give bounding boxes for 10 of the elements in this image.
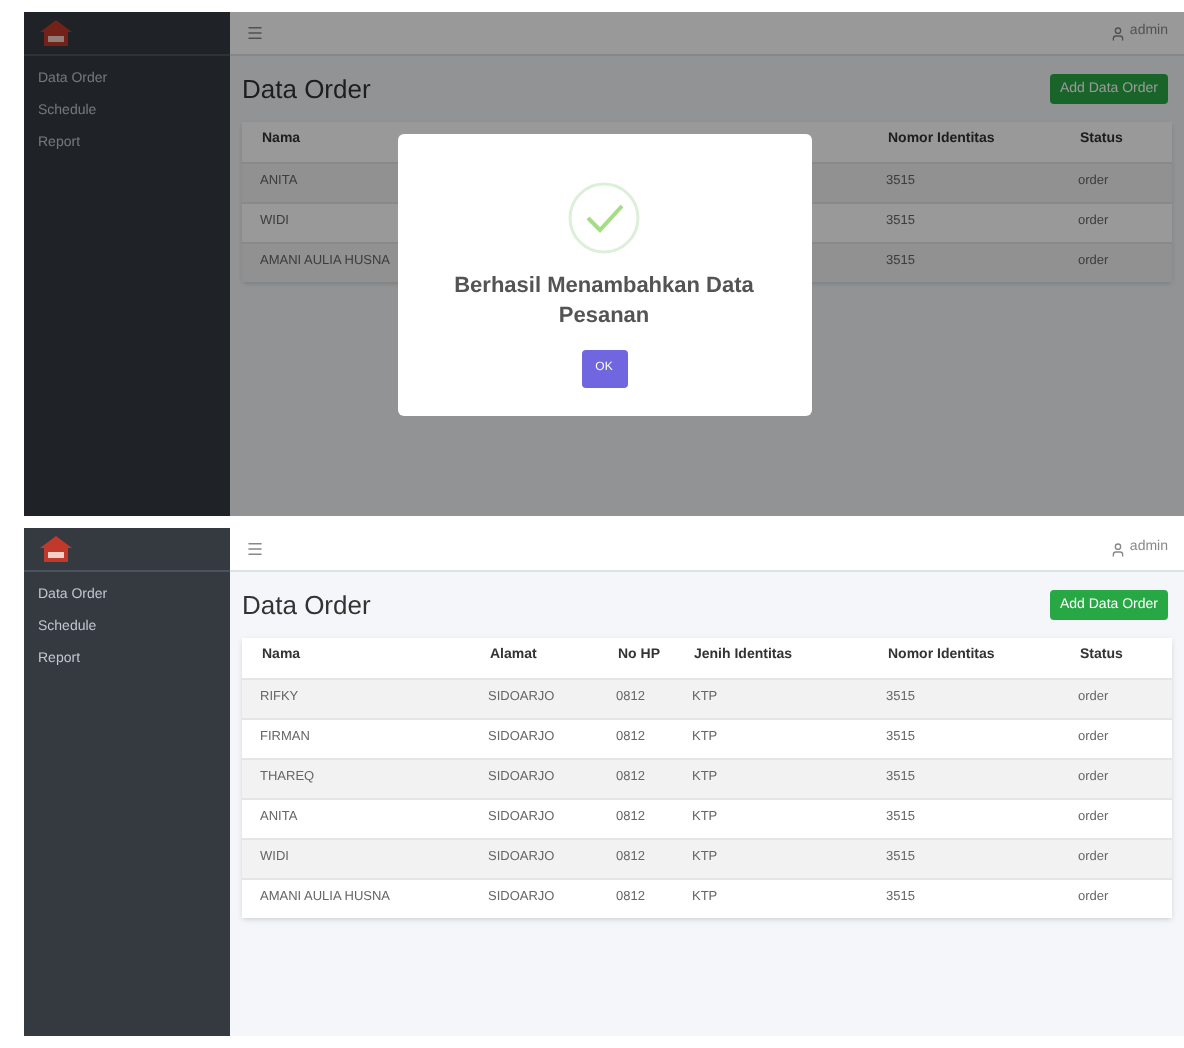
user-icon	[1109, 541, 1126, 557]
house-logo-icon	[38, 18, 74, 48]
house-logo-icon	[38, 534, 74, 564]
success-check-icon	[568, 182, 640, 254]
page-title: Data Order	[242, 588, 371, 624]
menu-icon[interactable]	[246, 540, 264, 558]
user-icon	[1109, 25, 1126, 41]
menu-icon[interactable]	[246, 24, 264, 42]
dialog-message: Berhasil Menambahkan Data Pesanan	[452, 272, 756, 332]
page-title: Data Order	[242, 72, 371, 108]
